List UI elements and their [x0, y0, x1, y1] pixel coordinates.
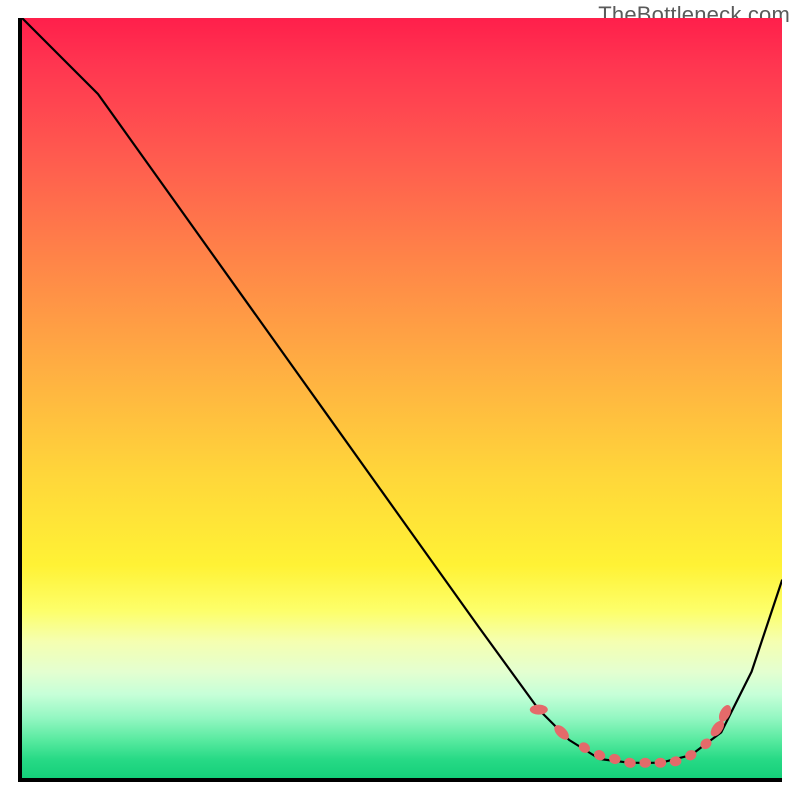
- bottom-marker: [608, 753, 622, 766]
- curve-path: [22, 18, 782, 763]
- chart-frame: TheBottleneck.com: [0, 0, 800, 800]
- bottom-marker: [530, 705, 548, 715]
- bottom-marker: [655, 758, 667, 768]
- bottom-marker: [623, 757, 637, 770]
- bottom-markers-group: [530, 703, 734, 769]
- bottom-marker: [639, 758, 651, 768]
- chart-svg: [22, 18, 782, 778]
- plot-area: [18, 18, 782, 782]
